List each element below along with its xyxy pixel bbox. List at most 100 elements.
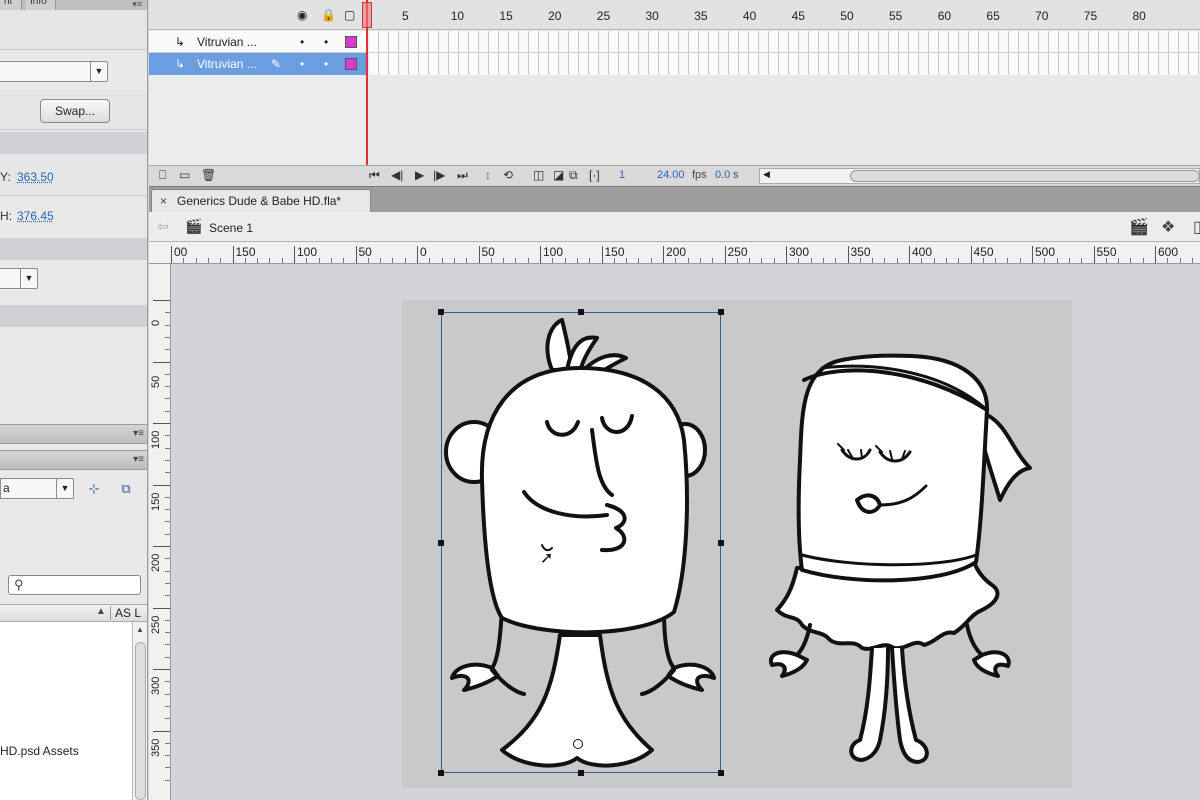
- transform-handle[interactable]: [578, 309, 584, 315]
- layer-frames[interactable]: [369, 53, 1200, 75]
- delete-layer-icon[interactable]: 🗑: [201, 168, 216, 182]
- tab-info[interactable]: Info: [26, 0, 56, 10]
- center-frame-icon[interactable]: ↕: [485, 168, 491, 182]
- layer-color-swatch[interactable]: [345, 36, 357, 48]
- ruler-label: 50: [150, 375, 162, 388]
- library-scrollbar[interactable]: ▲: [132, 622, 147, 800]
- pin-library-icon[interactable]: ⊹: [84, 480, 104, 498]
- step-back-icon[interactable]: ◀|: [391, 168, 403, 182]
- visibility-dot[interactable]: •: [300, 53, 304, 75]
- panel-menu-icon[interactable]: ▾≡: [132, 0, 142, 9]
- layer-color-swatch[interactable]: [345, 58, 357, 70]
- library-search-input[interactable]: ⚲: [8, 575, 141, 595]
- back-arrow-icon[interactable]: ⇦: [157, 218, 169, 235]
- frame-number: 55: [889, 9, 903, 23]
- timeline-panel: ◉ 🔒 ▢ 5 10 15 20 25 30 35 40 45 50 55 60 65 70 75 80 ↳ …: [149, 0, 1200, 186]
- layer-row-selected[interactable]: ↳ Vitruvian ... ✎ • •: [149, 53, 367, 75]
- document-tab[interactable]: × Generics Dude & Babe HD.fla*: [151, 189, 371, 213]
- panel-section: [0, 10, 147, 50]
- transform-handle[interactable]: [718, 309, 724, 315]
- timeline-empty-area: [149, 75, 1200, 165]
- show-hide-all-icon[interactable]: ◉: [297, 8, 307, 22]
- instance-behavior-dropdown[interactable]: ▼: [0, 61, 108, 82]
- lock-all-icon[interactable]: 🔒: [321, 8, 336, 22]
- position-size-header: [0, 132, 147, 154]
- play-icon[interactable]: ▶: [415, 168, 424, 182]
- modify-markers-icon[interactable]: [·]: [589, 168, 600, 182]
- library-select-value: a: [3, 481, 10, 495]
- y-value[interactable]: 363.50: [17, 170, 54, 184]
- h-value[interactable]: 376.45: [17, 209, 54, 223]
- go-to-last-frame-icon[interactable]: ⏭: [457, 168, 468, 183]
- panel-collapsed-header[interactable]: ▾≡: [0, 424, 147, 444]
- scrollbar-thumb[interactable]: [135, 642, 146, 800]
- edit-symbols-icon[interactable]: ❖: [1161, 217, 1175, 237]
- new-layer-icon[interactable]: ⎕: [159, 168, 166, 183]
- transform-handle[interactable]: [718, 770, 724, 776]
- transformation-point[interactable]: [573, 739, 583, 749]
- close-icon[interactable]: ×: [160, 190, 167, 212]
- ruler-label: 550: [1096, 245, 1117, 259]
- transform-handle[interactable]: [718, 540, 724, 546]
- onion-skin-icon[interactable]: ◫: [533, 168, 544, 182]
- ruler-label: 50: [481, 245, 495, 259]
- library-document-select[interactable]: a ▼: [0, 478, 74, 499]
- timeline-scrollbar[interactable]: ◀: [759, 168, 1200, 184]
- ruler-major-tick: [153, 730, 170, 732]
- transform-handle[interactable]: [438, 540, 444, 546]
- scroll-up-icon[interactable]: ▲: [136, 625, 144, 634]
- selection-bounding-box[interactable]: [441, 312, 721, 773]
- panel-menu-icon[interactable]: ▾≡: [133, 454, 144, 465]
- ruler-major-tick: [478, 246, 480, 263]
- as-linkage-column[interactable]: AS L: [110, 606, 141, 620]
- ruler-label: 300: [789, 245, 810, 259]
- layer-name[interactable]: Vitruvian ...: [197, 31, 257, 53]
- go-to-first-frame-icon[interactable]: ⏮: [369, 168, 380, 183]
- ruler-major-tick: [663, 246, 664, 263]
- edit-scene-icon[interactable]: 🎬: [1129, 217, 1149, 237]
- lock-dot[interactable]: •: [324, 31, 328, 53]
- chevron-down-icon: ▼: [20, 269, 37, 288]
- layer-row[interactable]: ↳ Vitruvian ... • •: [149, 31, 367, 53]
- step-forward-icon[interactable]: |▶: [433, 168, 445, 182]
- library-panel-header[interactable]: ▾≡: [0, 450, 147, 470]
- ruler-label: 250: [727, 245, 748, 259]
- scrollbar-thumb[interactable]: [850, 170, 1200, 182]
- zoom-field[interactable]: ▯: [1193, 217, 1200, 237]
- blend-dropdown[interactable]: ▼: [0, 268, 38, 289]
- scene-name[interactable]: Scene 1: [209, 221, 253, 235]
- y-label: Y:: [0, 170, 11, 184]
- frame-number: 35: [694, 9, 708, 23]
- current-frame[interactable]: 1: [619, 169, 625, 181]
- panel-menu-icon[interactable]: ▾≡: [133, 428, 144, 439]
- ruler-major-tick: [909, 246, 910, 263]
- visibility-dot[interactable]: •: [300, 31, 304, 53]
- ruler-label: 150: [235, 245, 256, 259]
- layer-frames[interactable]: [369, 31, 1200, 53]
- chevron-down-icon: ▼: [90, 62, 107, 81]
- edit-multiple-frames-icon[interactable]: ⧉: [569, 168, 578, 183]
- frame-number-ruler[interactable]: 5 10 15 20 25 30 35 40 45 50 55 60 65 70 75 80: [369, 0, 1200, 30]
- fps-unit: fps: [692, 169, 707, 181]
- library-item-assets-folder[interactable]: HD.psd Assets: [0, 744, 79, 758]
- onion-outline-icon[interactable]: ◪: [553, 168, 564, 182]
- lock-dot[interactable]: •: [324, 53, 328, 75]
- layer-name[interactable]: Vitruvian ...: [197, 53, 257, 75]
- swap-button[interactable]: Swap...: [40, 99, 110, 123]
- transform-handle[interactable]: [578, 770, 584, 776]
- babe-character[interactable]: [768, 353, 1032, 764]
- transform-handle[interactable]: [438, 770, 444, 776]
- loop-icon[interactable]: ⟲: [503, 168, 513, 182]
- frame-rate[interactable]: 24.00: [657, 169, 685, 181]
- playhead-handle[interactable]: [362, 2, 372, 28]
- new-library-panel-icon[interactable]: ⧉: [116, 480, 136, 498]
- ruler-major-tick: [153, 484, 170, 486]
- new-folder-icon[interactable]: ▭: [179, 168, 190, 182]
- scroll-left-icon[interactable]: ◀: [763, 169, 770, 180]
- transform-handle[interactable]: [438, 309, 444, 315]
- tab-partial[interactable]: ht: [0, 0, 22, 10]
- sort-up-icon[interactable]: ▲: [96, 606, 106, 617]
- outline-all-icon[interactable]: ▢: [344, 8, 355, 22]
- ruler-label: 100: [297, 245, 318, 259]
- layer-icon: ↳: [175, 57, 186, 71]
